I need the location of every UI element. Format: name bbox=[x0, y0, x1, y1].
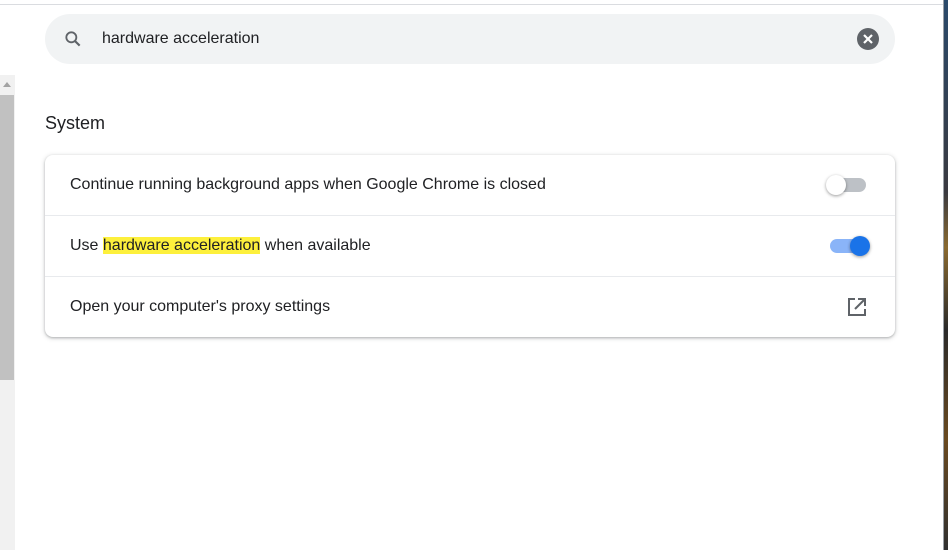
search-highlight: hardware acceleration bbox=[102, 237, 261, 254]
toggle-knob bbox=[826, 175, 846, 195]
scroll-up-arrow-icon[interactable] bbox=[3, 82, 11, 87]
hardware-acceleration-toggle[interactable] bbox=[830, 236, 870, 256]
clear-icon[interactable] bbox=[857, 28, 879, 50]
setting-background-apps[interactable]: Continue running background apps when Go… bbox=[45, 155, 895, 215]
setting-label: Open your computer's proxy settings bbox=[70, 298, 331, 315]
search-input[interactable]: hardware acceleration bbox=[102, 30, 259, 48]
setting-proxy[interactable]: Open your computer's proxy settings bbox=[45, 276, 895, 337]
toggle-knob bbox=[850, 236, 870, 256]
search-bar[interactable]: hardware acceleration bbox=[45, 14, 895, 64]
setting-label: Use hardware acceleration when available bbox=[70, 237, 371, 255]
scrollbar-thumb[interactable] bbox=[0, 95, 14, 380]
label-suffix: when available bbox=[260, 237, 371, 254]
search-icon bbox=[65, 31, 81, 47]
setting-label: Continue running background apps when Go… bbox=[70, 176, 546, 193]
external-link-icon[interactable] bbox=[847, 297, 867, 317]
setting-hardware-acceleration[interactable]: Use hardware acceleration when available bbox=[45, 215, 895, 276]
background-apps-toggle[interactable] bbox=[826, 175, 866, 195]
section-title: System bbox=[45, 113, 106, 133]
settings-card: Continue running background apps when Go… bbox=[45, 155, 895, 337]
scrollbar[interactable] bbox=[0, 75, 15, 550]
top-divider bbox=[0, 4, 944, 5]
label-prefix: Use bbox=[70, 237, 103, 254]
desktop-background bbox=[944, 0, 948, 550]
